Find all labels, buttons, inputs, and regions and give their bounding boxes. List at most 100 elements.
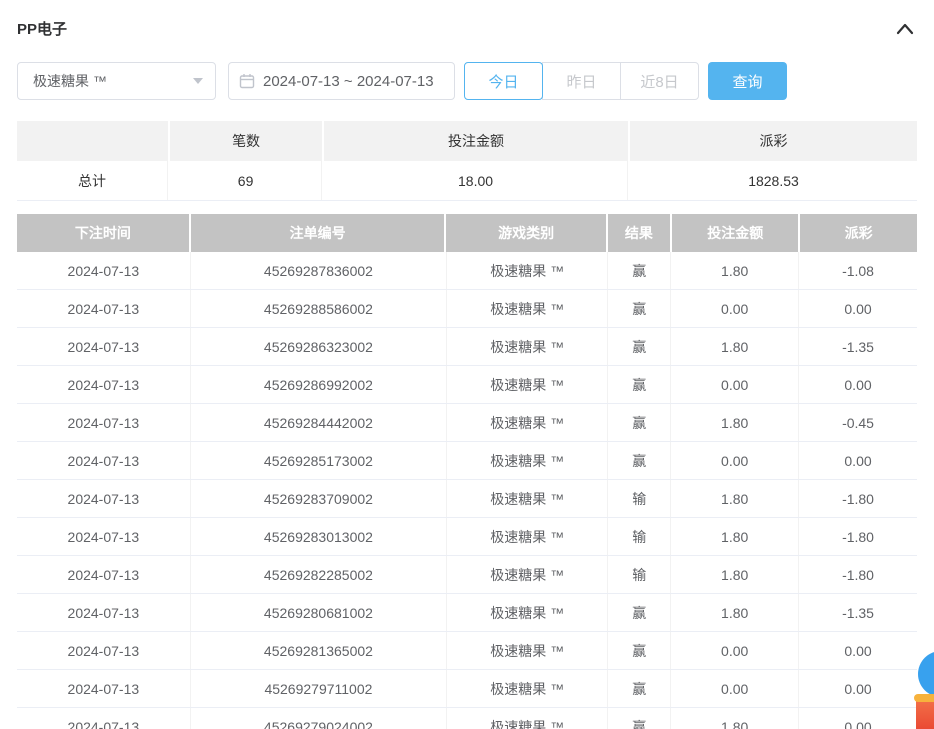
cell-order-id: 45269279711002 xyxy=(191,670,448,707)
cell-payout: 0.00 xyxy=(799,366,917,403)
cell-bet-amount: 0.00 xyxy=(671,442,799,479)
table-row: 2024-07-1345269288586002极速糖果 ™赢0.000.00 xyxy=(17,290,917,328)
summary-header-count: 笔数 xyxy=(170,121,322,161)
summary-header-payout: 派彩 xyxy=(630,121,917,161)
cell-result: 赢 xyxy=(608,594,671,631)
cell-payout: -1.80 xyxy=(799,518,917,555)
cell-game-category: 极速糖果 ™ xyxy=(447,328,608,365)
cell-order-id: 45269286992002 xyxy=(191,366,448,403)
cell-bet-amount: 1.80 xyxy=(671,594,799,631)
cell-game-category: 极速糖果 ™ xyxy=(447,632,608,669)
cell-game-category: 极速糖果 ™ xyxy=(447,366,608,403)
chevron-up-icon xyxy=(895,24,915,39)
header-bet-amount: 投注金额 xyxy=(672,214,798,252)
cell-payout: -1.80 xyxy=(799,556,917,593)
cell-bet-amount: 1.80 xyxy=(671,404,799,441)
summary-total-row: 总计 69 18.00 1828.53 xyxy=(17,161,917,201)
summary-header-row: 笔数 投注金额 派彩 xyxy=(17,121,917,161)
cell-order-id: 45269283709002 xyxy=(191,480,448,517)
query-button[interactable]: 查询 xyxy=(708,62,787,100)
cell-result: 赢 xyxy=(608,252,671,289)
summary-count-value: 69 xyxy=(170,161,322,200)
cell-result: 赢 xyxy=(608,404,671,441)
cell-bet-time: 2024-07-13 xyxy=(17,404,191,441)
game-select-value: 极速糖果 ™ xyxy=(33,71,107,91)
cell-order-id: 45269283013002 xyxy=(191,518,448,555)
table-row: 2024-07-1345269286323002极速糖果 ™赢1.80-1.35 xyxy=(17,328,917,366)
cell-payout: -1.35 xyxy=(799,328,917,365)
cell-result: 赢 xyxy=(608,670,671,707)
cell-bet-amount: 0.00 xyxy=(671,670,799,707)
cell-result: 赢 xyxy=(608,366,671,403)
table-row: 2024-07-1345269282285002极速糖果 ™输1.80-1.80 xyxy=(17,556,917,594)
header-payout: 派彩 xyxy=(800,214,917,252)
header-game-category: 游戏类别 xyxy=(446,214,605,252)
cell-bet-time: 2024-07-13 xyxy=(17,632,191,669)
cell-game-category: 极速糖果 ™ xyxy=(447,708,608,729)
quick-filter-today[interactable]: 今日 xyxy=(464,62,543,100)
cell-bet-amount: 0.00 xyxy=(671,366,799,403)
bets-table-body: 2024-07-1345269287836002极速糖果 ™赢1.80-1.08… xyxy=(17,252,917,729)
cell-bet-time: 2024-07-13 xyxy=(17,480,191,517)
cell-order-id: 45269279024002 xyxy=(191,708,448,729)
collapse-button[interactable] xyxy=(893,20,917,38)
table-row: 2024-07-1345269286992002极速糖果 ™赢0.000.00 xyxy=(17,366,917,404)
cell-bet-amount: 1.80 xyxy=(671,708,799,729)
summary-header-empty xyxy=(17,121,168,161)
cell-payout: -0.45 xyxy=(799,404,917,441)
summary-total-label: 总计 xyxy=(17,161,168,200)
cell-payout: 0.00 xyxy=(799,442,917,479)
date-range-text: 2024-07-13 ~ 2024-07-13 xyxy=(263,73,434,90)
cell-order-id: 45269284442002 xyxy=(191,404,448,441)
bets-header-row: 下注时间 注单编号 游戏类别 结果 投注金额 派彩 xyxy=(17,214,917,252)
cell-game-category: 极速糖果 ™ xyxy=(447,518,608,555)
table-row: 2024-07-1345269281365002极速糖果 ™赢0.000.00 xyxy=(17,632,917,670)
cell-game-category: 极速糖果 ™ xyxy=(447,556,608,593)
quick-filter-yesterday[interactable]: 昨日 xyxy=(542,62,621,100)
cell-game-category: 极速糖果 ™ xyxy=(447,480,608,517)
cell-bet-time: 2024-07-13 xyxy=(17,366,191,403)
cell-result: 赢 xyxy=(608,632,671,669)
header-order-id: 注单编号 xyxy=(191,214,445,252)
cell-bet-amount: 1.80 xyxy=(671,556,799,593)
table-row: 2024-07-1345269284442002极速糖果 ™赢1.80-0.45 xyxy=(17,404,917,442)
cell-payout: 0.00 xyxy=(799,670,917,707)
cell-bet-amount: 1.80 xyxy=(671,518,799,555)
cell-bet-amount: 0.00 xyxy=(671,632,799,669)
summary-bet-amount-value: 18.00 xyxy=(324,161,628,200)
cell-payout: 0.00 xyxy=(799,632,917,669)
page-title: PP电子 xyxy=(17,18,67,39)
game-select[interactable]: 极速糖果 ™ xyxy=(17,62,216,100)
cell-order-id: 45269288586002 xyxy=(191,290,448,327)
header-result: 结果 xyxy=(608,214,670,252)
cell-bet-time: 2024-07-13 xyxy=(17,328,191,365)
cell-payout: 0.00 xyxy=(799,290,917,327)
cell-result: 赢 xyxy=(608,290,671,327)
table-row: 2024-07-1345269283709002极速糖果 ™输1.80-1.80 xyxy=(17,480,917,518)
cell-bet-amount: 1.80 xyxy=(671,480,799,517)
table-row: 2024-07-1345269283013002极速糖果 ™输1.80-1.80 xyxy=(17,518,917,556)
cell-result: 输 xyxy=(608,518,671,555)
cell-result: 赢 xyxy=(608,328,671,365)
date-range-input[interactable]: 2024-07-13 ~ 2024-07-13 xyxy=(228,62,455,100)
table-row: 2024-07-1345269285173002极速糖果 ™赢0.000.00 xyxy=(17,442,917,480)
table-row: 2024-07-1345269279711002极速糖果 ™赢0.000.00 xyxy=(17,670,917,708)
cell-order-id: 45269281365002 xyxy=(191,632,448,669)
cell-game-category: 极速糖果 ™ xyxy=(447,670,608,707)
cell-result: 输 xyxy=(608,480,671,517)
cell-result: 赢 xyxy=(608,442,671,479)
quick-filter-last8days[interactable]: 近8日 xyxy=(620,62,699,100)
cell-bet-amount: 0.00 xyxy=(671,290,799,327)
red-envelope-button[interactable] xyxy=(916,697,934,729)
table-row: 2024-07-1345269287836002极速糖果 ™赢1.80-1.08 xyxy=(17,252,917,290)
cell-bet-time: 2024-07-13 xyxy=(17,594,191,631)
summary-header-bet-amount: 投注金额 xyxy=(324,121,628,161)
cell-game-category: 极速糖果 ™ xyxy=(447,594,608,631)
cell-bet-time: 2024-07-13 xyxy=(17,442,191,479)
panel-header: PP电子 xyxy=(17,0,917,39)
header-bet-time: 下注时间 xyxy=(17,214,189,252)
cell-game-category: 极速糖果 ™ xyxy=(447,252,608,289)
cell-order-id: 45269286323002 xyxy=(191,328,448,365)
cell-order-id: 45269280681002 xyxy=(191,594,448,631)
bet-records-window: PP电子 极速糖果 ™ xyxy=(0,0,934,729)
